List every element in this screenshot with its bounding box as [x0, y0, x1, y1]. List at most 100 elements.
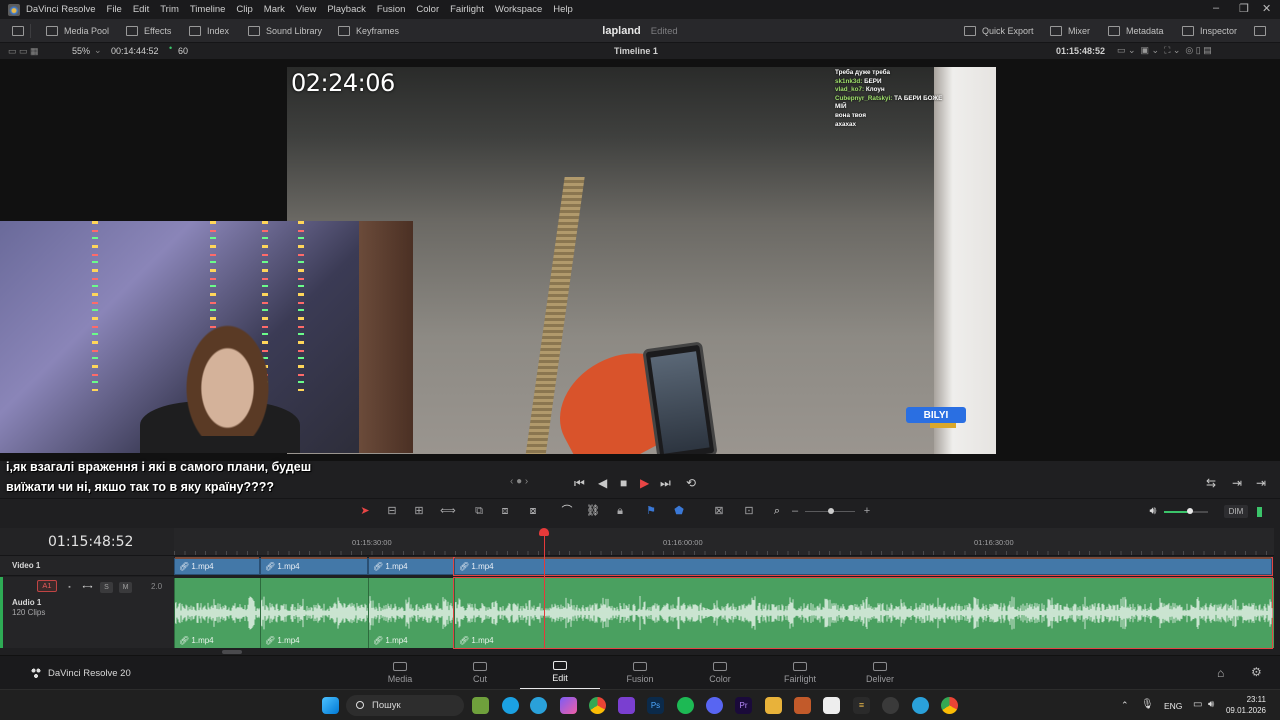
marker-icon[interactable]: ⬟	[672, 505, 686, 517]
blade-tool-icon[interactable]: ⊞	[412, 505, 426, 517]
audio-clip[interactable]: 🔗︎ 1.mp4	[368, 578, 455, 648]
audio-track-header[interactable]: A1 ▪ ⟷ S M 2.0 Audio 1 120 Clips	[0, 577, 174, 648]
file-explorer-icon[interactable]	[765, 697, 782, 714]
zoom-full-icon[interactable]: ⊠	[712, 505, 726, 517]
replace-clip-icon[interactable]: ⧇	[526, 505, 540, 517]
go-to-start-button[interactable]: ⏮	[574, 476, 585, 491]
jog-control[interactable]: ‹ ● ›	[510, 476, 528, 487]
track-tag-a1[interactable]: A1	[37, 580, 57, 592]
dynamic-trim-icon[interactable]: ⟺	[440, 505, 456, 517]
discord-icon[interactable]	[706, 697, 723, 714]
lock-track-icon[interactable]: ▪	[63, 582, 76, 593]
last-frame-button[interactable]: ⇥	[1256, 476, 1266, 490]
menu-clip[interactable]: Clip	[236, 4, 252, 15]
premiere-icon[interactable]: Pr	[735, 697, 752, 714]
page-tab-color[interactable]: Color	[680, 656, 760, 690]
copilot-icon[interactable]	[560, 697, 577, 714]
dim-button[interactable]: DIM	[1224, 505, 1248, 518]
zoom-detail-icon[interactable]: ⊡	[742, 505, 756, 517]
audio-clip[interactable]: 🔗︎ 1.mp4	[453, 577, 1273, 649]
windows-start-icon[interactable]	[322, 697, 339, 714]
menu-workspace[interactable]: Workspace	[495, 4, 542, 15]
index-button[interactable]: Index	[189, 19, 229, 43]
twitch-icon[interactable]	[618, 697, 635, 714]
video-clip[interactable]: 🔗︎ 1.mp4	[260, 557, 368, 575]
mute-button[interactable]: M	[119, 582, 132, 593]
close-icon[interactable]: ✕	[1262, 2, 1271, 15]
link-icon[interactable]: ⛓	[586, 505, 600, 517]
zoom-slider-thumb[interactable]	[828, 508, 834, 514]
page-tab-fusion[interactable]: Fusion	[600, 656, 680, 690]
menu-edit[interactable]: Edit	[133, 4, 149, 15]
overwrite-clip-icon[interactable]: ⧈	[498, 505, 512, 517]
panel-toggle-icon[interactable]	[12, 26, 24, 36]
spotify-icon[interactable]	[677, 697, 694, 714]
metadata-button[interactable]: Metadata	[1108, 19, 1164, 43]
video-track-header[interactable]: Video 1	[0, 556, 174, 576]
menu-view[interactable]: View	[296, 4, 316, 15]
play-button[interactable]: ▶	[640, 476, 649, 490]
zoom-custom-icon[interactable]: ⌕	[770, 505, 784, 517]
select-tool-icon[interactable]: ➤	[358, 505, 372, 517]
resolve-taskbar-icon[interactable]: ≡	[853, 697, 870, 714]
viewer-options-icons[interactable]: ▭ ⌄ ▣ ⌄ ⛶ ⌄ ◎ ▯ ▤	[1117, 45, 1212, 56]
zoom-out-icon[interactable]: –	[788, 505, 802, 517]
match-frame-button[interactable]: ⇆	[1206, 476, 1216, 490]
display-icon[interactable]: ▭	[1193, 699, 1202, 710]
page-tab-media[interactable]: Media	[360, 656, 440, 690]
home-icon[interactable]: ⌂	[1217, 666, 1224, 680]
video-clip[interactable]: 🔗︎ 1.mp4	[453, 557, 1273, 576]
layout-icons[interactable]: ▭ ▭ ▦	[8, 46, 39, 57]
snapping-icon[interactable]: ⌒	[560, 505, 574, 517]
toolbar-right-toggle[interactable]	[1254, 19, 1266, 43]
chevron-down-icon[interactable]: ⌄	[94, 45, 102, 56]
timeline-name[interactable]: Timeline 1	[614, 46, 658, 56]
photoshop-icon[interactable]: Ps	[647, 697, 664, 714]
chrome-icon[interactable]	[589, 697, 606, 714]
telegram-desktop-icon[interactable]	[912, 697, 929, 714]
track-width-icon[interactable]: ⟷	[81, 582, 94, 593]
next-edit-button[interactable]: ⇥	[1232, 476, 1242, 490]
volume-icon[interactable]: 🔊︎	[1208, 699, 1214, 710]
viewer[interactable]: 02:24:06 Треба дуже треба sk1nk3d: БЕРИ …	[0, 59, 1280, 461]
microphone-icon[interactable]: 🎙︎	[1141, 699, 1154, 710]
volume-thumb[interactable]	[1187, 508, 1194, 514]
speaker-icon[interactable]: 🔊︎	[1146, 505, 1160, 517]
quick-export-button[interactable]: Quick Export	[964, 19, 1034, 43]
widgets-icon[interactable]	[472, 697, 489, 714]
zoom-level[interactable]: 55%	[72, 46, 90, 56]
menu-file[interactable]: File	[107, 4, 122, 15]
keyframes-button[interactable]: Keyframes	[338, 19, 399, 43]
mixer-button[interactable]: Mixer	[1050, 19, 1090, 43]
app-icon[interactable]	[794, 697, 811, 714]
page-tab-deliver[interactable]: Deliver	[840, 656, 920, 690]
page-tab-fairlight[interactable]: Fairlight	[760, 656, 840, 690]
menu-fairlight[interactable]: Fairlight	[450, 4, 484, 15]
chrome-profile-icon[interactable]	[941, 697, 958, 714]
maximize-icon[interactable]: ❐	[1239, 2, 1249, 15]
inspector-button[interactable]: Inspector	[1182, 19, 1237, 43]
menu-mark[interactable]: Mark	[264, 4, 285, 15]
lock-icon[interactable]: 🔒︎	[613, 505, 627, 517]
trim-tool-icon[interactable]: ⊟	[385, 505, 399, 517]
gear-icon[interactable]: ⚙	[1251, 665, 1262, 679]
telegram-icon[interactable]	[530, 697, 547, 714]
solo-button[interactable]: S	[100, 582, 113, 593]
edge-icon[interactable]	[502, 697, 519, 714]
notepad-icon[interactable]	[823, 697, 840, 714]
obs-icon[interactable]	[882, 697, 899, 714]
menu-color[interactable]: Color	[416, 4, 439, 15]
go-to-end-button[interactable]: ⏭	[660, 476, 671, 491]
menu-help[interactable]: Help	[553, 4, 573, 15]
insert-clip-icon[interactable]: ⧉	[472, 505, 486, 517]
menu-fusion[interactable]: Fusion	[377, 4, 406, 15]
menu-timeline[interactable]: Timeline	[190, 4, 226, 15]
menu-trim[interactable]: Trim	[160, 4, 179, 15]
effects-button[interactable]: Effects	[126, 19, 171, 43]
media-pool-button[interactable]: Media Pool	[46, 19, 109, 43]
page-tab-edit[interactable]: Edit	[520, 656, 600, 690]
language-indicator[interactable]: ENG	[1164, 701, 1182, 711]
tray-chevron-icon[interactable]: ⌃	[1121, 700, 1129, 711]
stop-button[interactable]: ■	[620, 476, 627, 490]
flag-icon[interactable]: ⚑	[644, 505, 658, 517]
